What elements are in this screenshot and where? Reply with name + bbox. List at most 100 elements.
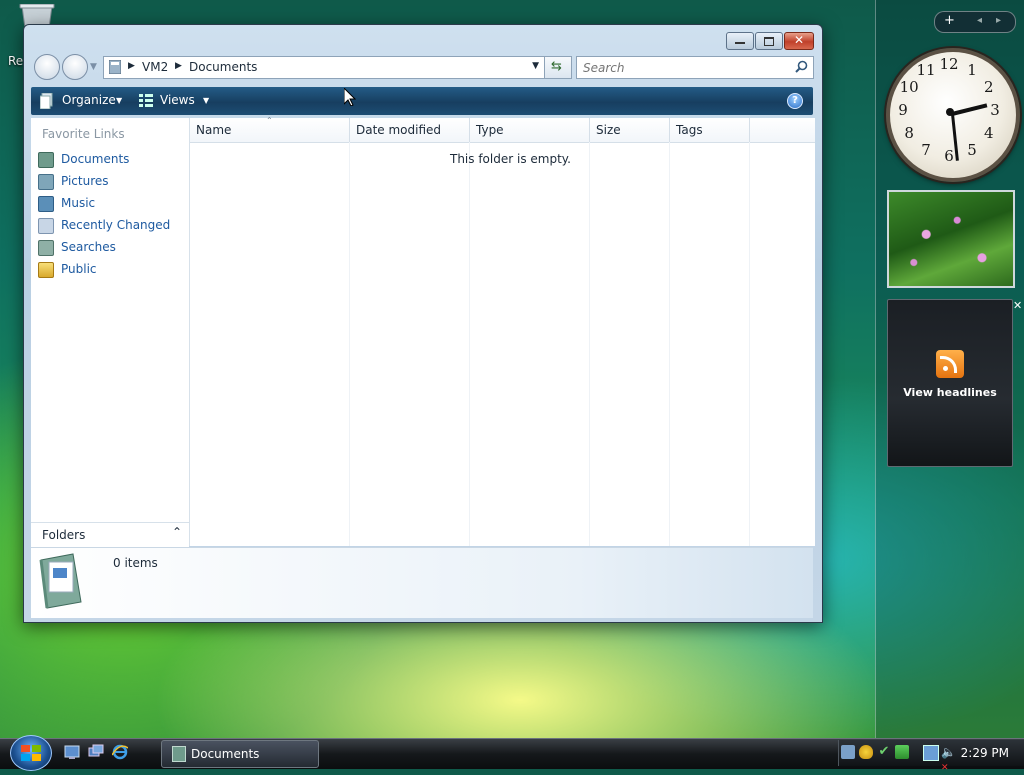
taskbar-clock[interactable]: 2:29 PM (961, 746, 1009, 760)
column-name[interactable]: Name ⌃ (190, 116, 350, 143)
refresh-button[interactable]: ⇆ (544, 56, 572, 79)
computer-icon (109, 60, 121, 74)
recent-pages-chevron-icon[interactable]: ▼ (90, 62, 97, 72)
clock-numeral: 12 (939, 55, 959, 73)
start-button[interactable] (10, 735, 52, 771)
empty-folder-message: This folder is empty. (450, 152, 571, 166)
clock-numeral: 3 (990, 101, 1000, 119)
pictures-icon (38, 174, 54, 190)
public-folder-icon (38, 262, 54, 278)
search-input[interactable] (581, 59, 790, 77)
address-separator-icon[interactable]: ▶ (175, 61, 182, 71)
file-list[interactable]: Name ⌃ Date modified Type Size Tags This… (190, 116, 815, 546)
rss-icon (936, 350, 964, 378)
close-button[interactable]: ✕ (784, 32, 814, 50)
windows-flag-tray-icon[interactable] (895, 745, 909, 759)
column-divider (589, 142, 590, 546)
clock-numeral: 9 (898, 101, 908, 119)
feed-label: View headlines (903, 386, 997, 399)
nav-item-public[interactable]: Public (38, 260, 188, 280)
clock-center (946, 108, 954, 116)
clock-hour-hand (951, 103, 988, 116)
documents-folder-icon (39, 553, 82, 609)
checkmark-tray-icon[interactable]: ✔ (877, 745, 891, 759)
nav-item-recently-changed[interactable]: Recently Changed (38, 216, 188, 236)
nav-item-music[interactable]: Music (38, 194, 188, 214)
organize-dropdown-icon[interactable]: ▼ (116, 96, 122, 105)
nav-item-pictures[interactable]: Pictures (38, 172, 188, 192)
clock-gadget[interactable]: 12 1 2 3 4 5 6 7 8 9 10 11 (886, 48, 1020, 182)
chevron-up-icon[interactable]: ⌃ (172, 525, 182, 539)
documents-icon (38, 152, 54, 168)
column-divider (749, 142, 750, 546)
sidebar-controls: + ◂ ▸ (934, 11, 1016, 33)
search-icon[interactable] (795, 60, 808, 73)
minimize-button[interactable] (726, 32, 754, 50)
explorer-window: ✕ ▼ ▶ VM2 ▶ Documents ▼ ⇆ Organize ▼ (23, 24, 823, 623)
help-icon[interactable]: ? (787, 93, 803, 109)
views-dropdown-icon[interactable]: ▼ (203, 96, 209, 105)
clock-numeral: 8 (904, 124, 914, 142)
taskbar-item-documents[interactable]: Documents (161, 740, 319, 768)
recycle-bin-label: Re (8, 54, 24, 68)
back-button[interactable] (34, 54, 60, 80)
add-gadget-icon[interactable]: + (944, 13, 955, 28)
slideshow-gadget[interactable] (887, 190, 1015, 288)
organize-icon (40, 93, 53, 109)
sort-arrow-icon: ⌃ (266, 116, 273, 125)
searches-icon (38, 240, 54, 256)
organize-button[interactable]: Organize (62, 93, 116, 107)
column-size[interactable]: Size (590, 118, 670, 143)
column-date-modified[interactable]: Date modified (350, 118, 470, 143)
clock-numeral: 4 (984, 124, 994, 142)
clock-numeral: 1 (967, 61, 977, 80)
forward-button[interactable] (62, 54, 88, 80)
views-icon (139, 94, 153, 107)
switch-windows-icon[interactable] (88, 744, 104, 760)
navigation-pane: Favorite Links Documents Pictures Music … (31, 118, 190, 546)
address-segment-documents[interactable]: Documents (189, 60, 257, 74)
column-tags[interactable]: Tags (670, 118, 750, 143)
mouse-cursor-icon (344, 88, 356, 106)
recently-changed-icon (38, 218, 54, 234)
column-divider (669, 142, 670, 546)
nav-item-searches[interactable]: Searches (38, 238, 188, 258)
clock-numeral: 11 (916, 61, 936, 80)
favorite-links-heading: Favorite Links (42, 127, 125, 141)
details-pane: 0 items (31, 547, 813, 618)
column-divider (349, 142, 350, 546)
refresh-icon: ⇆ (551, 59, 562, 74)
documents-icon (172, 746, 186, 762)
volume-muted-icon[interactable]: 🔈✕ (941, 745, 956, 773)
feed-headlines-gadget[interactable]: View headlines (887, 299, 1013, 467)
show-desktop-icon[interactable] (64, 744, 80, 760)
notification-area: ✔ 🔈✕ 2:29 PM (838, 740, 1024, 773)
gadget-close-icon[interactable]: ✕ (1013, 299, 1022, 312)
address-separator-icon[interactable]: ▶ (128, 61, 135, 71)
network-tray-icon[interactable] (841, 745, 855, 759)
folders-toggle[interactable]: Folders ⌃ (31, 522, 189, 547)
clock-numeral: 6 (944, 147, 954, 165)
clock-numeral: 10 (899, 78, 919, 96)
search-box[interactable] (576, 56, 814, 79)
next-arrow-icon[interactable]: ▸ (996, 15, 1001, 26)
internet-explorer-icon[interactable] (112, 744, 128, 760)
nav-item-documents[interactable]: Documents (38, 150, 188, 170)
address-dropdown-icon[interactable]: ▼ (532, 61, 539, 71)
views-button[interactable]: Views (160, 93, 195, 107)
network-connection-icon[interactable] (923, 745, 939, 761)
maximize-button[interactable] (755, 32, 783, 50)
column-filler (750, 118, 815, 143)
music-icon (38, 196, 54, 212)
command-bar: Organize ▼ Views ▼ ? (31, 87, 813, 115)
column-divider (469, 142, 470, 546)
address-segment-vm2[interactable]: VM2 (142, 60, 168, 74)
security-shield-icon[interactable] (859, 745, 873, 759)
address-bar[interactable]: ▶ VM2 ▶ Documents ▼ (103, 56, 545, 79)
folders-label: Folders (42, 528, 86, 542)
clock-numeral: 7 (921, 140, 931, 159)
column-type[interactable]: Type (470, 118, 590, 143)
windows-logo-icon (21, 745, 41, 761)
prev-arrow-icon[interactable]: ◂ (977, 15, 982, 26)
clock-numeral: 2 (984, 78, 994, 96)
